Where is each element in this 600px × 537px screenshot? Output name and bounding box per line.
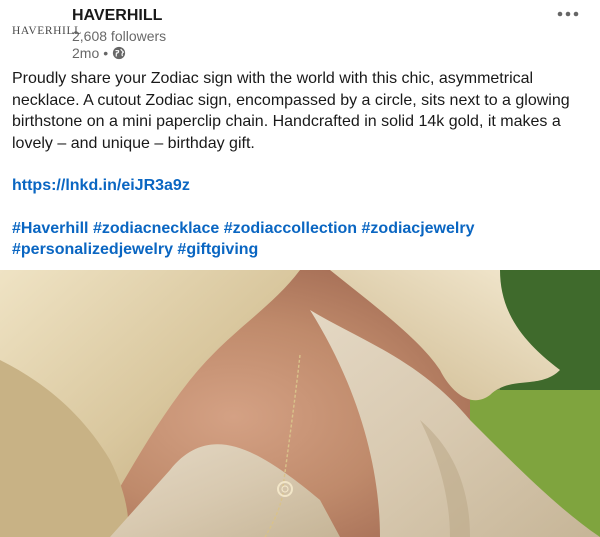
more-horizontal-icon: [556, 5, 580, 23]
post-time: 2mo: [72, 45, 100, 61]
hashtag[interactable]: #zodiaccollection: [224, 220, 357, 237]
post-link-line: https://lnkd.in/eiJR3a9z: [12, 175, 586, 197]
post-header: HAVERHILL HAVERHILL 2,608 followers 2mo …: [0, 0, 600, 64]
hashtag-list: #Haverhill #zodiacnecklace #zodiaccollec…: [12, 218, 586, 261]
post-body: Proudly share your Zodiac sign with the …: [12, 68, 586, 261]
company-logo[interactable]: HAVERHILL: [12, 22, 81, 40]
meta-separator: •: [103, 45, 109, 61]
globe-icon: [112, 46, 126, 60]
followers-count: 2,608 followers: [72, 28, 167, 44]
post-meta: 2mo •: [72, 44, 126, 62]
post-description: Proudly share your Zodiac sign with the …: [12, 70, 570, 152]
hashtag[interactable]: #zodiacjewelry: [362, 220, 475, 237]
post-image[interactable]: [0, 270, 600, 537]
hashtag[interactable]: #zodiacnecklace: [93, 220, 219, 237]
hashtag[interactable]: #Haverhill: [12, 220, 88, 237]
post-link[interactable]: https://lnkd.in/eiJR3a9z: [12, 177, 190, 194]
hashtag[interactable]: #giftgiving: [177, 241, 258, 258]
company-name[interactable]: HAVERHILL: [72, 6, 162, 26]
more-options-button[interactable]: [552, 4, 584, 24]
hashtag[interactable]: #personalizedjewelry: [12, 241, 173, 258]
